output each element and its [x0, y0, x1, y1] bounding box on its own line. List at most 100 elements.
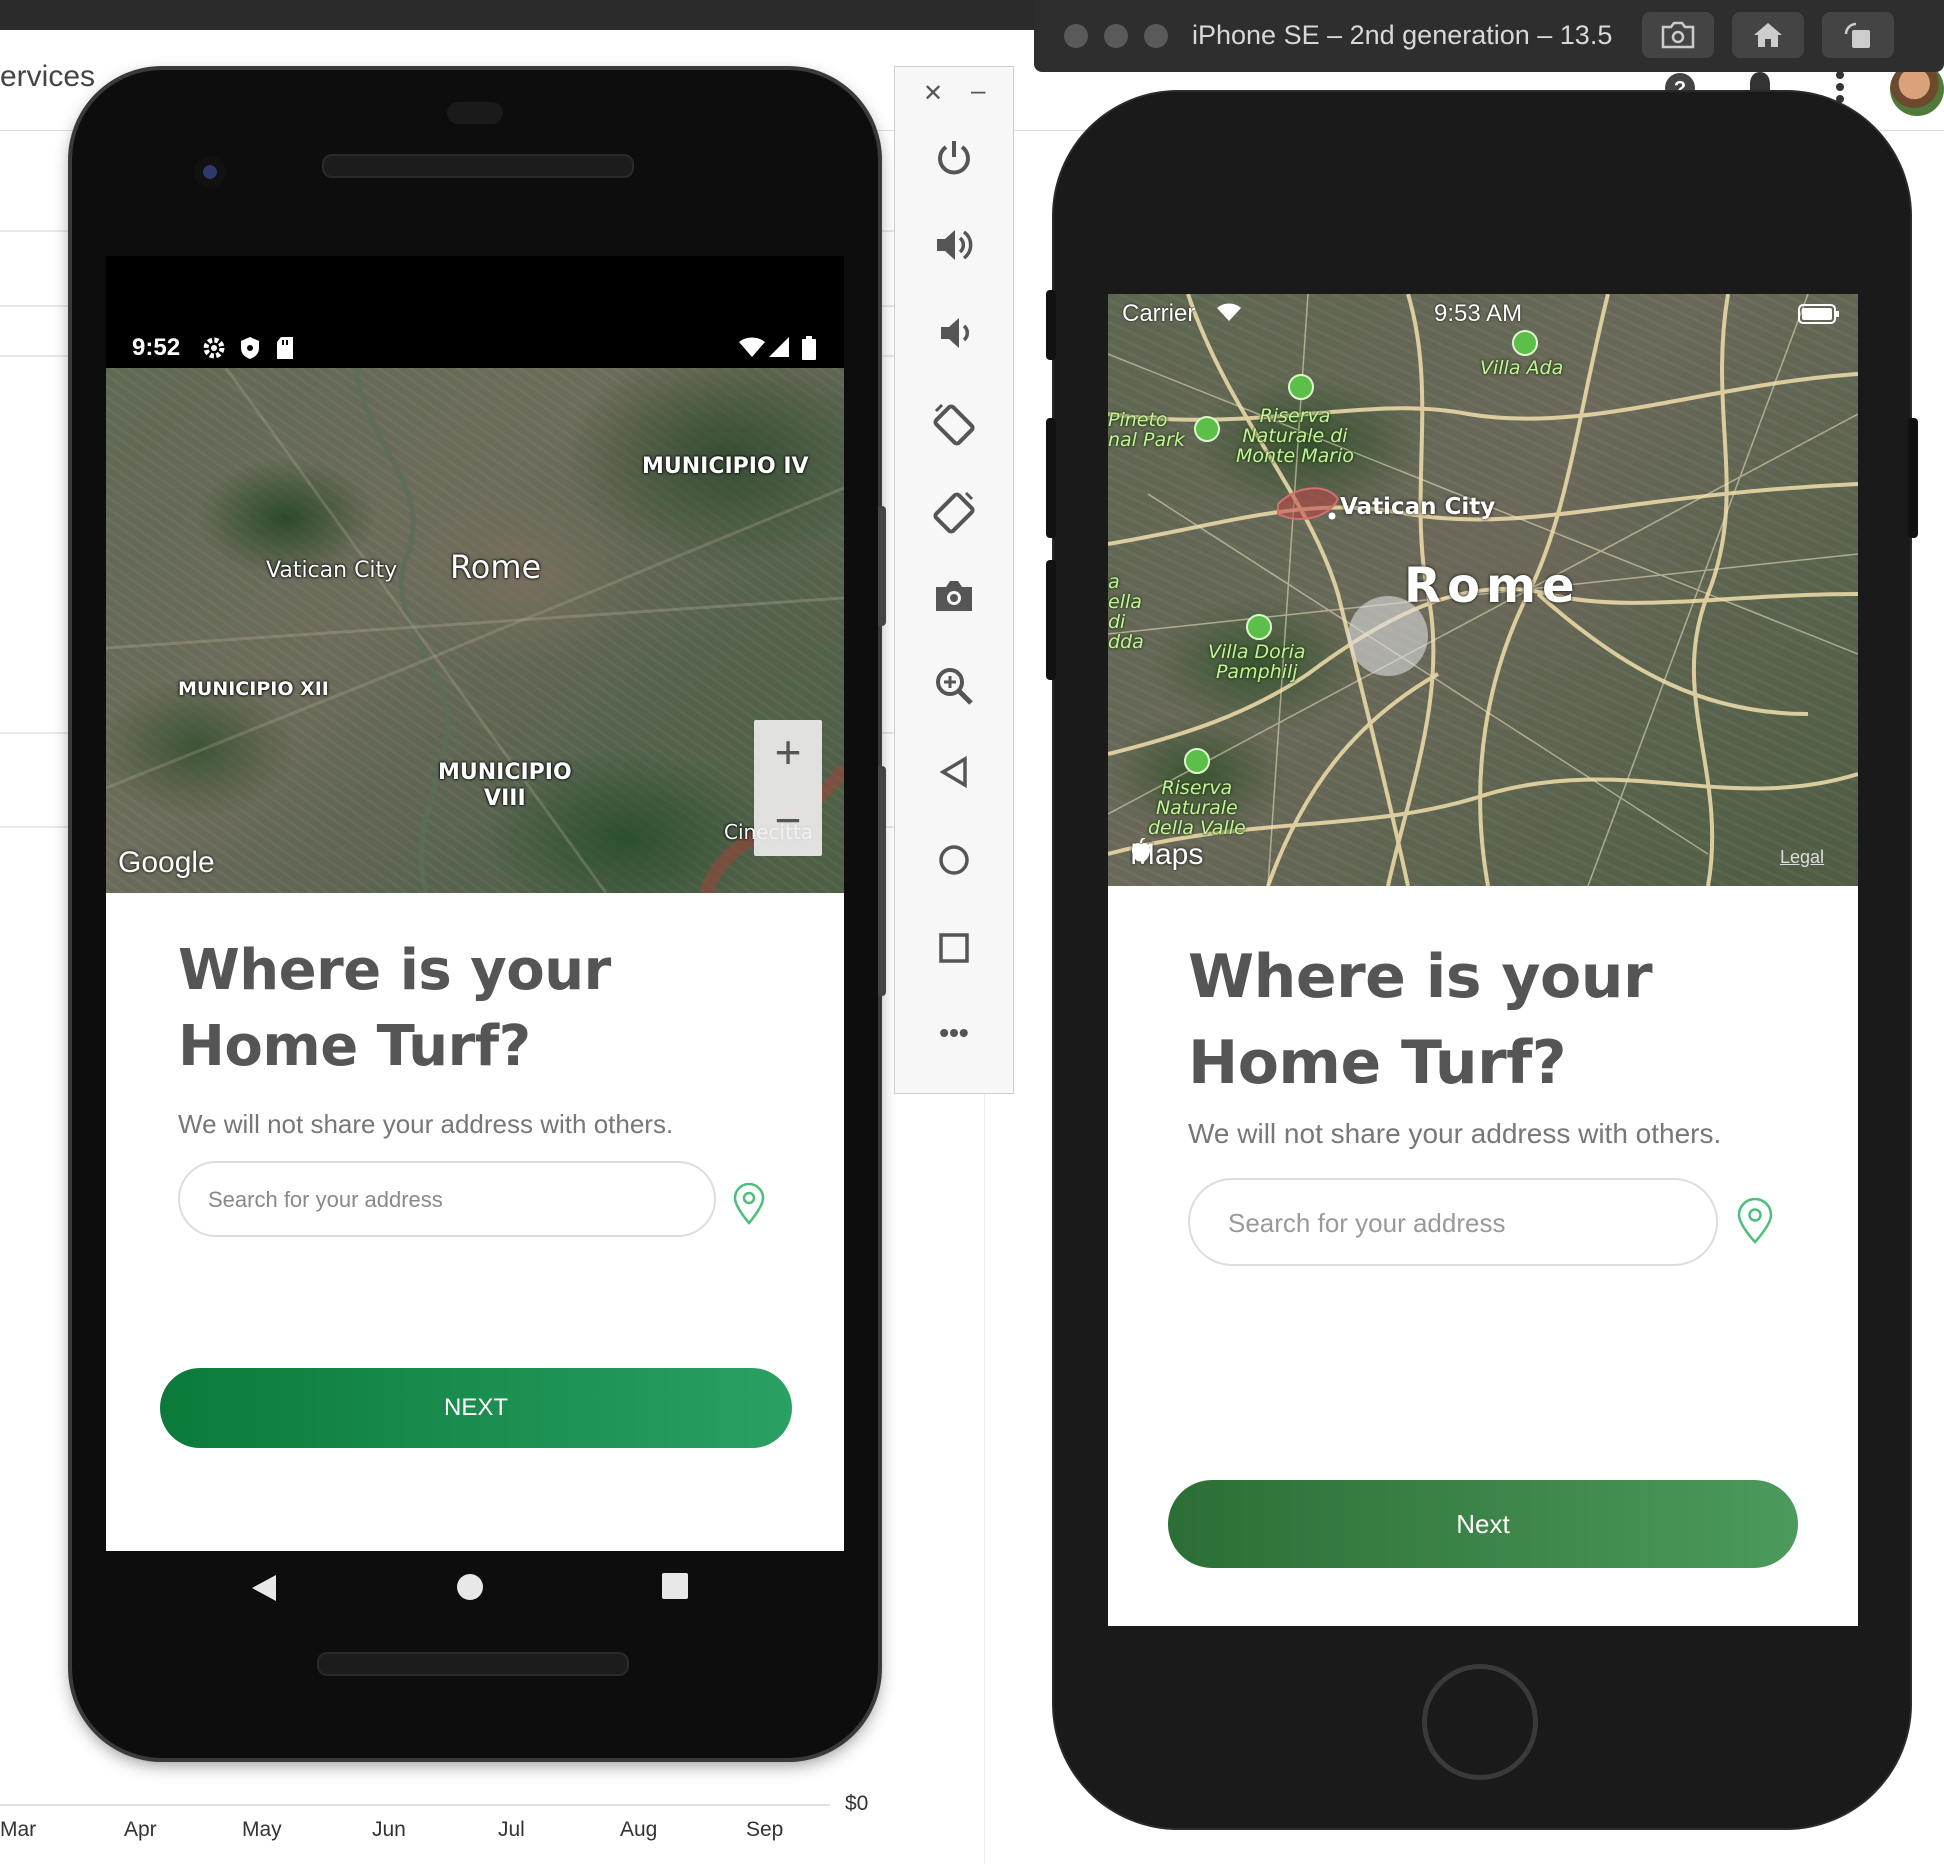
- search-placeholder: Search for your address: [208, 1187, 443, 1212]
- front-camera: [194, 156, 226, 188]
- ios-volume-down-button: [1046, 560, 1056, 680]
- legal-link[interactable]: Legal: [1780, 847, 1824, 868]
- simulator-title-bar: iPhone SE – 2nd generation – 13.5: [1034, 0, 1944, 72]
- park-pin-icon: [1512, 330, 1538, 356]
- cell-signal-icon: [768, 336, 790, 364]
- page-subtitle: We will not share your address with othe…: [1188, 1118, 1722, 1149]
- location-pin-icon[interactable]: [732, 1182, 766, 1230]
- next-button[interactable]: NEXT: [160, 1368, 792, 1448]
- location-pin-icon[interactable]: [1736, 1197, 1774, 1249]
- recents-nav-icon[interactable]: [662, 1573, 688, 1604]
- browser-services-text[interactable]: ervices: [0, 60, 95, 94]
- earpiece-slot: [447, 102, 503, 124]
- map-label-riserva-monte-mario: Riserva Naturale di Monte Mario: [1236, 405, 1354, 467]
- shield-icon: [240, 336, 260, 366]
- screenshot-icon[interactable]: [1642, 12, 1714, 58]
- chart-tick-label: Jul: [498, 1818, 525, 1841]
- current-location-indicator: [1348, 596, 1428, 676]
- sd-card-icon: [276, 336, 294, 366]
- android-status-bar: 9:52: [106, 256, 844, 368]
- camera-icon[interactable]: [895, 577, 1013, 624]
- chart-tick-label: Sep: [746, 1818, 784, 1841]
- simulator-window-title: iPhone SE – 2nd generation – 13.5: [1192, 20, 1613, 50]
- close-icon[interactable]: ✕: [923, 79, 943, 108]
- address-search-input[interactable]: Search for your address: [1188, 1178, 1718, 1266]
- chart-tick-label: Aug: [620, 1818, 658, 1841]
- home-nav-icon[interactable]: [456, 1573, 484, 1606]
- ios-satellite-map[interactable]: Carrier 9:53 AM Villa Ada Pineto nal Par…: [1108, 294, 1858, 886]
- zoom-icon[interactable]: [895, 665, 1013, 716]
- map-label-pineto: Pineto nal Park: [1108, 409, 1185, 451]
- ios-screen: Carrier 9:53 AM Villa Ada Pineto nal Par…: [1108, 294, 1858, 1626]
- chart-tick-label: May: [242, 1818, 282, 1841]
- chart-y-label: $0: [845, 1792, 869, 1815]
- settings-icon: [202, 336, 226, 366]
- overview-icon[interactable]: [895, 931, 1013, 974]
- power-icon[interactable]: [895, 137, 1013, 186]
- map-label-municipio-iv: MUNICIPIO IV: [642, 454, 809, 479]
- google-logo: Google: [118, 846, 215, 879]
- ios-carrier: Carrier: [1122, 300, 1196, 327]
- map-label-villa-ada: Villa Ada: [1480, 357, 1564, 379]
- ios-power-button: [1908, 418, 1918, 538]
- address-search-input[interactable]: Search for your address: [178, 1161, 716, 1237]
- android-satellite-map[interactable]: MUNICIPIO IV Vatican City Rome MUNICIPIO…: [106, 368, 844, 893]
- emulator-toolbar: ✕ – •••: [894, 66, 1014, 1094]
- home-icon[interactable]: [895, 843, 1013, 886]
- home-button-icon[interactable]: [1732, 12, 1804, 58]
- zoom-out-button[interactable]: −: [754, 788, 822, 856]
- top-speaker-grill: [322, 154, 634, 178]
- chart-tick-label: Mar: [0, 1818, 37, 1841]
- rotate-right-icon[interactable]: [895, 489, 1013, 544]
- park-pin-icon: [1246, 614, 1272, 640]
- volume-down-icon[interactable]: [895, 313, 1013, 362]
- status-time: 9:52: [132, 334, 181, 361]
- back-nav-icon[interactable]: [250, 1573, 278, 1608]
- chart-tick-label: Apr: [124, 1818, 157, 1841]
- page-title: Where is your Home Turf?: [1188, 942, 1653, 1098]
- map-label-rome: Rome: [450, 548, 542, 586]
- next-button[interactable]: Next: [1168, 1480, 1798, 1568]
- ios-volume-up-button: [1046, 418, 1056, 538]
- silent-switch: [1046, 290, 1056, 360]
- android-phone-frame: 9:52 MUNICIPIO IV Vatican City Rome MUNI…: [72, 70, 878, 1758]
- page-title: Where is your Home Turf?: [178, 938, 611, 1079]
- window-minimize-button[interactable]: [1104, 24, 1128, 48]
- page-subtitle: We will not share your address with othe…: [178, 1109, 674, 1139]
- ios-home-button[interactable]: [1422, 1664, 1538, 1780]
- android-screen: 9:52 MUNICIPIO IV Vatican City Rome MUNI…: [106, 256, 844, 1551]
- map-label-rome: Rome: [1404, 558, 1581, 614]
- android-form-panel: Where is your Home Turf? We will not sha…: [106, 893, 844, 1551]
- map-label-vatican-city: Vatican City: [1340, 494, 1496, 520]
- map-label-vatican-city: Vatican City: [266, 558, 398, 583]
- android-nav-bar: [106, 1551, 844, 1633]
- park-pin-icon: [1288, 374, 1314, 400]
- park-pin-icon: [1184, 748, 1210, 774]
- search-placeholder: Search for your address: [1228, 1208, 1506, 1238]
- chart-tick-label: Jun: [372, 1818, 406, 1841]
- back-icon[interactable]: [895, 755, 1013, 798]
- window-close-button[interactable]: [1064, 24, 1088, 48]
- rotate-icon[interactable]: [1822, 12, 1894, 58]
- minimize-icon[interactable]: –: [971, 75, 985, 106]
- window-zoom-button[interactable]: [1144, 24, 1168, 48]
- park-pin-icon: [1194, 416, 1220, 442]
- map-label-riserva-valle: Riserva Naturale della Valle: [1148, 777, 1246, 839]
- apple-maps-logo: Maps: [1130, 838, 1203, 872]
- map-label-left-edge: a ella di dda: [1108, 571, 1144, 653]
- map-label-municipio-xii: MUNICIPIO XII: [178, 678, 329, 700]
- map-rivers: [106, 368, 844, 893]
- volume-side-button: [878, 766, 886, 996]
- battery-icon: [802, 336, 816, 366]
- rotate-left-icon[interactable]: [895, 401, 1013, 456]
- ios-status-time: 9:53 AM: [1434, 300, 1523, 327]
- bottom-speaker-grill: [317, 1652, 629, 1676]
- power-side-button: [878, 506, 886, 626]
- map-label-villa-doria: Villa Doria Pamphilj: [1208, 641, 1306, 683]
- map-zoom-controls: + −: [754, 720, 822, 856]
- wifi-icon: [738, 336, 766, 364]
- zoom-in-button[interactable]: +: [754, 720, 822, 788]
- volume-up-icon[interactable]: [895, 225, 1013, 274]
- more-options-icon[interactable]: •••: [895, 1017, 1013, 1049]
- map-label-municipio-viii: MUNICIPIO VIII: [438, 760, 572, 811]
